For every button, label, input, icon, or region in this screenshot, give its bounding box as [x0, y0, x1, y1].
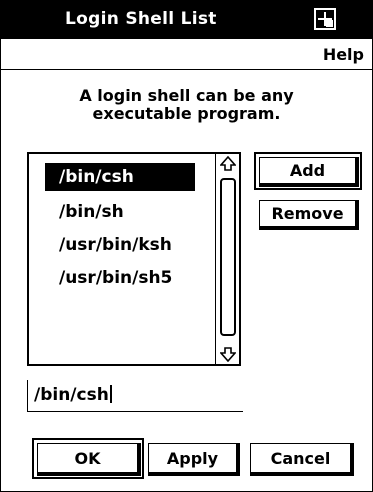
arrow-up-icon[interactable]: [220, 156, 236, 172]
instruction-text: A login shell can be any executable prog…: [1, 87, 372, 123]
ok-button[interactable]: OK: [32, 438, 144, 479]
shell-path-value: /bin/csh: [34, 385, 112, 405]
shell-path-text: /bin/csh: [34, 385, 109, 405]
instruction-line-1: A login shell can be any: [79, 86, 294, 105]
window-menu-icon[interactable]: [314, 8, 336, 30]
login-shell-list-dialog: Login Shell List Help A login shell can …: [0, 0, 373, 492]
shell-path-field[interactable]: /bin/csh: [27, 380, 243, 412]
list-item-usr-bin-ksh[interactable]: /usr/bin/ksh: [45, 231, 186, 259]
list-scrollbar[interactable]: [215, 152, 241, 366]
scroll-thumb[interactable]: [220, 178, 236, 336]
arrow-down-icon[interactable]: [220, 346, 236, 362]
apply-button[interactable]: Apply: [148, 443, 240, 476]
menu-bar: Help: [1, 39, 372, 70]
instruction-line-2: executable program.: [92, 104, 281, 123]
window-title: Login Shell List: [65, 9, 217, 29]
title-bar[interactable]: Login Shell List: [1, 1, 372, 39]
text-cursor: [109, 385, 112, 403]
add-button[interactable]: Add: [254, 152, 362, 190]
list-item-bin-sh[interactable]: /bin/sh: [45, 198, 138, 226]
remove-button[interactable]: Remove: [259, 200, 359, 230]
cancel-button[interactable]: Cancel: [250, 443, 354, 476]
list-item-usr-bin-sh5[interactable]: /usr/bin/sh5: [45, 264, 186, 292]
menu-help[interactable]: Help: [323, 45, 364, 64]
list-item-bin-csh[interactable]: /bin/csh: [45, 163, 195, 191]
shell-list[interactable]: /bin/csh /bin/sh /usr/bin/ksh /usr/bin/s…: [27, 152, 241, 366]
